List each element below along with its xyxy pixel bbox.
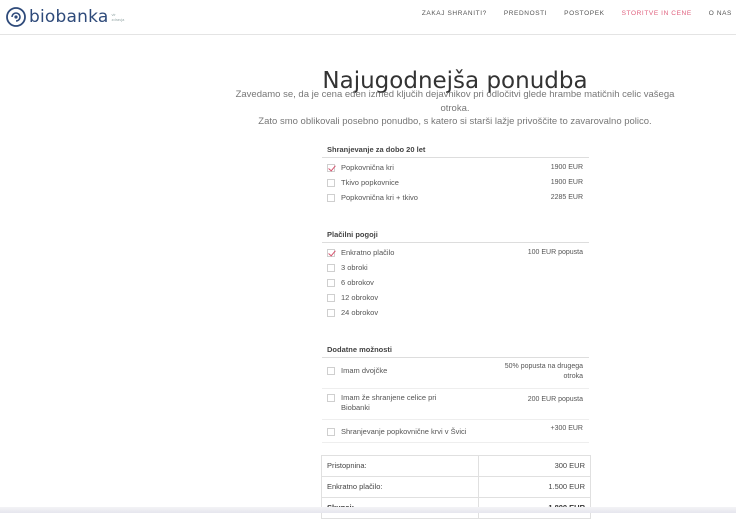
checkbox[interactable] [327, 294, 335, 302]
option-label: Tkivo popkovnice [341, 178, 399, 187]
payment-title: Plačilni pogoji [322, 230, 589, 243]
payment-option-24[interactable]: 24 obrokov [322, 306, 589, 321]
checkbox[interactable] [327, 179, 335, 187]
extra-options: Dodatne možnosti Imam dvojčke 50% popust… [322, 345, 589, 443]
option-label: Imam dvojčke [341, 366, 388, 375]
page-intro: Zavedamo se, da je cena eden izmed ključ… [220, 88, 690, 129]
option-price: +300 EUR [550, 425, 584, 432]
option-label: Enkratno plačilo [341, 248, 395, 257]
checkbox-checked[interactable] [327, 249, 335, 257]
payment-option-12[interactable]: 12 obrokov [322, 291, 589, 306]
option-discount-line-1: 50% popusta na drugega [504, 363, 583, 370]
nav-zakaj-shraniti[interactable]: Zakaj shraniti? [422, 10, 487, 18]
payment-options: Plačilni pogoji Enkratno plačilo 100 EUR… [322, 230, 589, 321]
summary-key: Enkratno plačilo: [322, 477, 479, 497]
option-label: 3 obroki [341, 263, 368, 272]
option-discount: 50% popusta na drugega otroka [505, 362, 583, 381]
checkbox[interactable] [327, 367, 335, 375]
summary-value: 1.500 EUR [548, 482, 585, 491]
option-label: Shranjevanje popkovnične krvi v Švici [341, 427, 467, 436]
summary-row-payment: Enkratno plačilo: 1.500 EUR [322, 477, 590, 498]
summary-key: Pristopnina: [322, 456, 479, 476]
option-label: Popkovnična kri [341, 163, 394, 172]
brand-name: biobanka [29, 7, 109, 27]
nav-prednosti[interactable]: Prednosti [504, 10, 547, 18]
option-discount-line-2: otroka [563, 372, 583, 380]
option-label: Imam že shranjene celice pri Biobanki [341, 393, 436, 413]
biobanka-logo-icon [6, 7, 26, 27]
option-label-line-1: Imam že shranjene celice pri [341, 393, 437, 402]
extras-title: Dodatne možnosti [322, 345, 589, 358]
brand-tagline: vir zdravja [111, 12, 125, 22]
option-price: 2285 EUR [550, 194, 583, 201]
checkbox[interactable] [327, 194, 335, 202]
option-discount: 200 EUR popusta [527, 396, 583, 403]
option-price: 1900 EUR [550, 164, 583, 171]
option-label-line-2: Biobanki [341, 403, 370, 412]
checkbox-checked[interactable] [327, 164, 335, 172]
option-label: Popkovnična kri + tkivo [341, 193, 418, 202]
checkbox[interactable] [327, 279, 335, 287]
nav-storitve-in-cene[interactable]: Storitve in cene [622, 10, 692, 18]
option-label: 24 obrokov [341, 308, 379, 317]
option-discount: 100 EUR popusta [527, 249, 583, 256]
intro-line-1: Zavedamo se, da je cena eden izmed ključ… [235, 89, 675, 114]
extra-option-existing-client[interactable]: Imam že shranjene celice pri Biobanki 20… [322, 389, 589, 420]
logo[interactable]: biobanka vir zdravja [5, 5, 127, 29]
intro-line-2: Zato smo oblikovali posebno ponudbo, s k… [258, 116, 652, 127]
payment-option-single[interactable]: Enkratno plačilo 100 EUR popusta [322, 246, 589, 261]
payment-option-6[interactable]: 6 obrokov [322, 276, 589, 291]
storage-title: Shranjevanje za dobo 20 let [322, 145, 589, 158]
storage-option-blood-tissue[interactable]: Popkovnična kri + tkivo 2285 EUR [322, 191, 589, 206]
footer-shade [0, 507, 736, 513]
storage-option-blood[interactable]: Popkovnična kri 1900 EUR [322, 161, 589, 176]
storage-option-tissue[interactable]: Tkivo popkovnice 1900 EUR [322, 176, 589, 191]
nav-postopek[interactable]: Postopek [564, 10, 604, 18]
extra-option-twins[interactable]: Imam dvojčke 50% popusta na drugega otro… [322, 358, 589, 389]
summary-value: 300 EUR [554, 461, 585, 470]
main-nav: Zakaj shraniti? Prednosti Postopek Stori… [405, 10, 732, 18]
storage-options: Shranjevanje za dobo 20 let Popkovnična … [322, 145, 589, 206]
payment-option-3[interactable]: 3 obroki [322, 261, 589, 276]
site-header: biobanka vir zdravja Zakaj shraniti? Pre… [0, 0, 736, 35]
checkbox[interactable] [327, 394, 335, 402]
checkbox[interactable] [327, 264, 335, 272]
nav-o-nas[interactable]: O nas [709, 10, 732, 18]
summary-row-entry-fee: Pristopnina: 300 EUR [322, 456, 590, 477]
checkbox[interactable] [327, 428, 335, 436]
option-price: 1900 EUR [550, 179, 583, 186]
option-label: 6 obrokov [341, 278, 374, 287]
checkbox[interactable] [327, 309, 335, 317]
option-label: 12 obrokov [341, 293, 379, 302]
extra-option-switzerland[interactable]: Shranjevanje popkovnične krvi v Švici +3… [322, 420, 589, 443]
